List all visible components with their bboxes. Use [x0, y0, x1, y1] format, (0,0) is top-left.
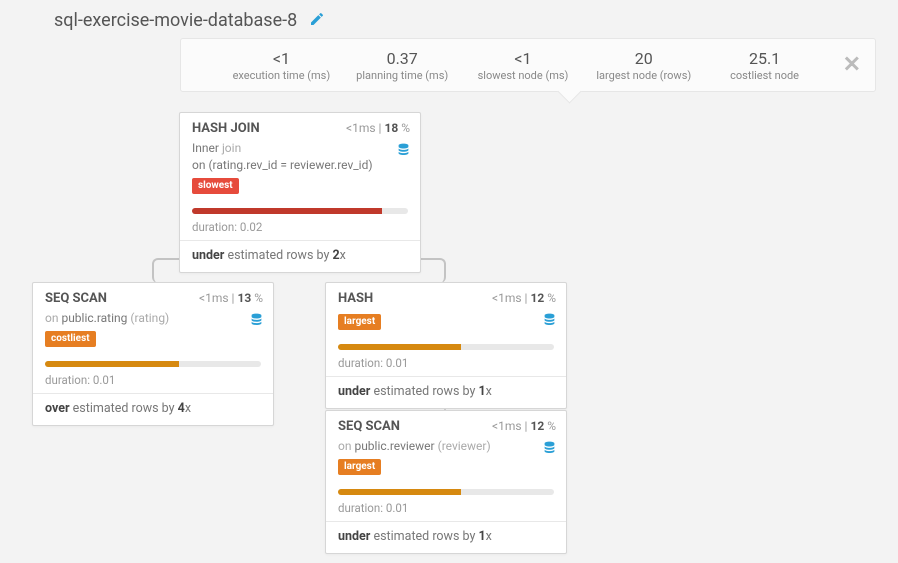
duration-label: duration: 0.02: [180, 218, 420, 240]
plan-canvas: HASH JOIN <1ms | 18 % Inner join on (rat…: [0, 0, 898, 563]
node-title: SEQ SCAN: [338, 419, 400, 434]
node-seq-scan-reviewer[interactable]: SEQ SCAN <1ms | 12 % on public.reviewer …: [325, 410, 567, 554]
database-icon[interactable]: [250, 312, 263, 330]
estimate-row: over estimated rows by 4x: [33, 394, 273, 425]
tag-largest: largest: [338, 314, 381, 330]
node-desc: on public.rating (rating): [45, 310, 261, 326]
duration-label: duration: 0.01: [33, 371, 273, 393]
node-title: SEQ SCAN: [45, 291, 107, 306]
tag-largest: largest: [338, 459, 381, 475]
estimate-row: under estimated rows by 2x: [180, 241, 420, 272]
node-stats: <1ms | 18 %: [346, 121, 410, 135]
node-stats: <1ms | 12 %: [492, 419, 556, 433]
estimate-row: under estimated rows by 1x: [326, 522, 566, 553]
duration-bar: [338, 344, 554, 350]
node-desc: on (rating.rev_id = reviewer.rev_id): [192, 157, 408, 173]
node-hash-join[interactable]: HASH JOIN <1ms | 18 % Inner join on (rat…: [179, 112, 421, 273]
node-title: HASH: [338, 291, 373, 306]
node-desc: Inner join: [192, 140, 408, 156]
duration-bar: [192, 208, 408, 214]
duration-bar: [45, 361, 261, 367]
duration-bar: [338, 489, 554, 495]
database-icon[interactable]: [397, 142, 410, 160]
duration-label: duration: 0.01: [326, 354, 566, 376]
node-stats: <1ms | 13 %: [199, 291, 263, 305]
duration-label: duration: 0.01: [326, 499, 566, 521]
tag-costliest: costliest: [45, 331, 96, 347]
database-icon[interactable]: [543, 440, 556, 458]
node-stats: <1ms | 12 %: [492, 291, 556, 305]
node-seq-scan-rating[interactable]: SEQ SCAN <1ms | 13 % on public.rating (r…: [32, 282, 274, 426]
database-icon[interactable]: [543, 312, 556, 330]
node-hash[interactable]: HASH <1ms | 12 % largest duration: 0.01 …: [325, 282, 567, 409]
node-title: HASH JOIN: [192, 121, 260, 136]
estimate-row: under estimated rows by 1x: [326, 377, 566, 408]
node-desc: on public.reviewer (reviewer): [338, 438, 554, 454]
tag-slowest: slowest: [192, 178, 239, 194]
